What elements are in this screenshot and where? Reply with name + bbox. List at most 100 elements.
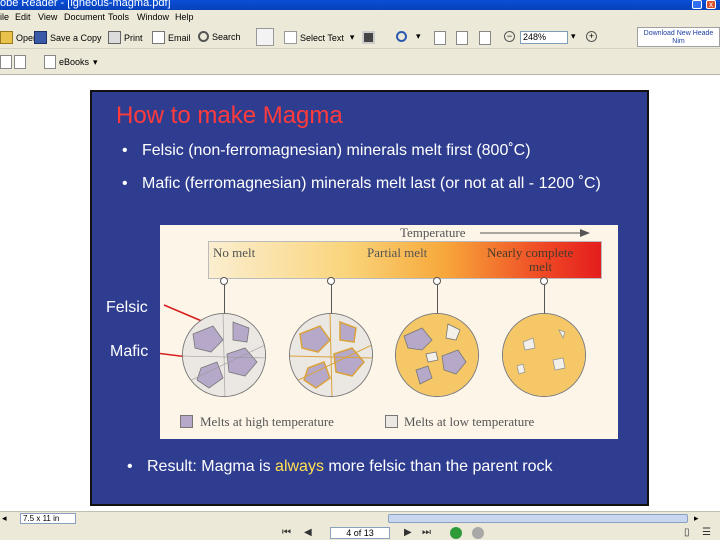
menu-window[interactable]: Window [137,12,169,22]
minus-icon: − [504,31,515,42]
ebooks-button[interactable]: eBooks ▾ [44,55,98,69]
bullet-felsic: • Felsic (non-ferromagnesian) minerals m… [122,141,632,161]
minimize-button[interactable]: _ [692,0,702,9]
menu-document[interactable]: Document [64,12,105,22]
actual-size-button[interactable] [434,31,449,45]
zoom-in-tool-button[interactable]: ▾ [396,31,421,42]
print-button[interactable]: Print [108,31,143,44]
last-page-button[interactable]: ⏭ [422,528,431,538]
secondary-toolbar: eBooks ▾ [0,49,720,75]
ebooks-label: eBooks [59,57,90,67]
rock-nearly-complete-melt-drawing [503,314,585,396]
horizontal-scroll-thumb[interactable] [388,514,688,523]
tick-line [437,285,438,313]
window-title: obe Reader - [igneous-magma.pdf] [0,0,171,9]
go-forward-icon[interactable] [472,527,484,539]
bullet-felsic-text: Felsic (non-ferromagnesian) minerals mel… [142,142,531,159]
chevron-down-icon: ▾ [571,31,576,41]
single-page-layout-icon[interactable]: ▯ [684,528,690,538]
close-button[interactable]: x [706,0,716,9]
bullet-result-highlight: always [275,458,324,475]
document-area[interactable]: How to make Magma • Felsic (non-ferromag… [0,75,720,511]
bullet-mark: • [127,458,133,475]
title-bar: obe Reader - [igneous-magma.pdf] _ x [0,0,720,10]
go-back-icon[interactable] [450,527,462,539]
page-icon [479,31,491,45]
fit-page-button[interactable] [456,31,471,45]
zoom-input[interactable]: 248% [520,31,568,44]
bullet-result: • Result: Magma is always more felsic th… [127,457,553,477]
menu-bar: ile Edit View Document Tools Window Help [0,10,720,25]
promo-line-1: Download New Heade [643,30,714,37]
legend-high-label: Melts at high temperature [200,414,334,429]
menu-help[interactable]: Help [175,12,194,22]
nearly-complete-label-2: melt [529,259,553,274]
bullet-mark: • [122,142,128,159]
page-number-field[interactable]: 4 of 13 [330,527,390,539]
menu-file[interactable]: ile [0,12,9,22]
temperature-bar: No melt Partial melt Nearly complete mel… [208,241,602,279]
select-text-button[interactable]: Select Text ▾ [284,31,354,44]
menu-edit[interactable]: Edit [15,12,31,22]
rock-nearly-complete-melt [502,313,586,397]
rock-partial-melt [395,313,479,397]
promo-line-2: Nim [672,38,685,45]
zoom-out-button[interactable]: − [504,31,518,42]
bullet-result-post: more felsic than the parent rock [323,458,553,475]
bullet-mafic: • Mafic (ferromagnesian) minerals melt l… [122,174,612,194]
pages-button[interactable] [0,55,15,69]
snapshot-button[interactable] [362,31,378,44]
search-button[interactable]: Search [198,31,241,42]
partial-melt-label: Partial melt [367,245,428,260]
zoom-dropdown[interactable]: ▾ [571,31,576,42]
select-text-label: Select Text [300,32,344,43]
download-promo[interactable]: Download New Heade Nim [637,27,720,47]
legend-swatch-high [180,415,193,428]
tick-line [224,285,225,313]
open-button[interactable]: Open [0,31,38,44]
tick-marker [433,277,441,285]
hand-icon [256,28,274,46]
mafic-label: Mafic [110,343,149,360]
page-icon [434,31,446,45]
menu-view[interactable]: View [38,12,57,22]
print-label: Print [124,32,143,43]
scroll-left-icon[interactable]: ◂ [2,513,7,524]
tick-marker [540,277,548,285]
page-icon [456,31,468,45]
search-label: Search [212,31,241,42]
email-label: Email [168,32,191,43]
fit-width-button[interactable] [479,31,494,45]
rock-no-melt [182,313,266,397]
text-cursor-icon [284,31,297,44]
melting-figure: Temperature No melt Partial melt Nearly … [160,225,618,439]
copy-pages-button[interactable] [14,55,29,69]
horizontal-scrollbar-row: ◂ 7.5 x 11 in ▸ [0,511,720,525]
page-navigation-bar: ⏮ ◀ 4 of 13 ▶ ⏭ ▯ ☰ [0,525,720,540]
open-icon [0,31,13,44]
tick-line [331,285,332,313]
first-page-button[interactable]: ⏮ [282,528,291,538]
zoom-in-button[interactable]: + [586,31,600,42]
email-button[interactable]: Email [152,31,191,44]
tick-line [544,285,545,313]
page-size-field: 7.5 x 11 in [20,513,76,524]
next-page-button[interactable]: ▶ [404,528,412,538]
page-icon [0,55,12,69]
save-icon [34,31,47,44]
scroll-right-icon[interactable]: ▸ [694,513,699,524]
hand-tool-button[interactable] [256,28,277,46]
previous-page-button[interactable]: ◀ [304,528,312,538]
save-copy-button[interactable]: Save a Copy [34,31,102,44]
search-icon [198,31,209,42]
legend-low-label: Melts at low temperature [404,414,535,429]
ebook-icon [44,55,56,69]
bullet-result-pre: Result: Magma is [147,458,276,475]
continuous-layout-icon[interactable]: ☰ [702,528,711,538]
email-icon [152,31,165,44]
rock-slight-melt [289,313,373,397]
menu-tools[interactable]: Tools [108,12,129,22]
plus-icon: + [586,31,597,42]
printer-icon [108,31,121,44]
chevron-down-icon: ▾ [349,32,355,42]
